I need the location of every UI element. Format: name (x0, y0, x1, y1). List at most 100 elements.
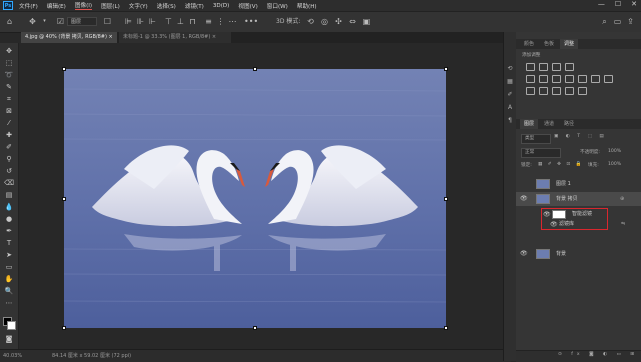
tab-color[interactable]: 颜色 (520, 39, 538, 49)
align-center-icon[interactable]: ⊪ (136, 17, 145, 26)
menu-image[interactable]: 图像(I) (74, 1, 93, 10)
vibrance-icon[interactable] (526, 75, 535, 83)
marquee-tool-icon[interactable]: ⬚ (4, 58, 14, 68)
history-brush-tool-icon[interactable]: ↺ (4, 166, 14, 176)
menu-view[interactable]: 视图(V) (238, 2, 257, 10)
paragraph-panel-icon[interactable]: ¶ (506, 117, 514, 125)
menu-filter[interactable]: 滤镜(T) (185, 2, 204, 10)
type-tool-icon[interactable]: T (4, 238, 14, 248)
tab-layers[interactable]: 图层 (520, 119, 539, 129)
clone-stamp-tool-icon[interactable]: ⚲ (4, 154, 14, 164)
character-panel-icon[interactable]: A (506, 104, 514, 112)
tab-4jpg[interactable]: 4.jpg @ 40% (背景 拷贝, RGB/8#) × (21, 32, 117, 43)
fill-value[interactable]: 100% (608, 162, 621, 167)
transform-handle-top-right[interactable] (444, 67, 448, 71)
more-tools-icon[interactable]: ⋯ (4, 298, 14, 308)
layer-kind-filter[interactable]: 类型 (521, 134, 551, 144)
visibility-eye-icon[interactable]: 👁 (520, 247, 528, 261)
align-bottom-icon[interactable]: ⊓ (188, 17, 197, 26)
transform-handle-bottom-right[interactable] (444, 326, 448, 330)
tab-paths[interactable]: 路径 (560, 119, 578, 129)
transform-handle-top-left[interactable] (62, 67, 66, 71)
3d-roll-icon[interactable]: ◎ (320, 17, 329, 26)
lock-icons[interactable]: ▦ ✐ ✥ ⊡ 🔒 (538, 162, 583, 167)
layer-row-layer1[interactable]: 图层 1 (516, 177, 641, 191)
align-left-icon[interactable]: ⊫ (124, 17, 133, 26)
align-top-icon[interactable]: ⊤ (164, 17, 173, 26)
align-right-icon[interactable]: ⊩ (148, 17, 157, 26)
hue-saturation-icon[interactable] (539, 75, 548, 83)
levels-icon[interactable] (539, 63, 548, 71)
menu-layer[interactable]: 图层(L) (101, 2, 120, 10)
gradient-map-icon[interactable] (565, 87, 574, 95)
color-lookup-icon[interactable] (604, 75, 613, 83)
menu-3d[interactable]: 3D(D) (213, 3, 230, 9)
eyedropper-tool-icon[interactable]: ⁄ (4, 118, 14, 128)
maximize-button[interactable]: ☐ (615, 0, 621, 8)
transform-handle-top[interactable] (253, 67, 257, 71)
transform-handle-right[interactable] (444, 197, 448, 201)
tab-adjustments[interactable]: 调整 (560, 39, 579, 49)
blend-mode-dropdown[interactable]: 正常 (521, 148, 561, 158)
hand-tool-icon[interactable]: ✋ (4, 274, 14, 284)
chevron-down-icon[interactable]: ▾ (40, 17, 49, 26)
selective-color-icon[interactable] (578, 87, 587, 95)
layer-action-icons[interactable]: ⊙ fx ◙ ◐ ▭ ⊞ 🗑 (558, 352, 641, 357)
invert-icon[interactable] (526, 87, 535, 95)
history-panel-icon[interactable]: ⟲ (506, 65, 514, 73)
move-tool-icon[interactable]: ✥ (28, 17, 37, 26)
filter-icons[interactable]: ▣ ◐ T ⬚ ▤ (554, 134, 607, 139)
workspace-icon[interactable]: ▭ (613, 17, 622, 26)
share-icon[interactable]: ⇪ (626, 17, 635, 26)
path-select-tool-icon[interactable]: ➤ (4, 250, 14, 260)
layer-row-filter-gallery[interactable]: 👁 滤镜库 ⇋ (516, 219, 641, 230)
threshold-icon[interactable] (552, 87, 561, 95)
channel-mixer-icon[interactable] (591, 75, 600, 83)
zoom-tool-icon[interactable]: 🔍 (4, 286, 14, 296)
eraser-tool-icon[interactable]: ⌫ (4, 178, 14, 188)
menu-window[interactable]: 窗口(W) (267, 2, 288, 10)
menu-help[interactable]: 帮助(H) (297, 2, 317, 10)
transform-controls-checkbox[interactable]: ☐ (103, 17, 112, 26)
more-options-icon[interactable]: ••• (244, 17, 258, 26)
visibility-eye-icon[interactable]: 👁 (520, 192, 528, 206)
frame-tool-icon[interactable]: ⊠ (4, 106, 14, 116)
swan-photo[interactable] (64, 69, 446, 328)
distribute-horizontal-icon[interactable]: ⋯ (228, 17, 237, 26)
search-icon[interactable]: ⌕ (600, 17, 609, 26)
opacity-value[interactable]: 100% (608, 149, 621, 154)
tab-channels[interactable]: 通道 (540, 119, 558, 129)
distribute-icon[interactable]: ≡ (204, 17, 213, 26)
zoom-level[interactable]: 40.03% (3, 350, 22, 362)
auto-select-dropdown[interactable]: 图层 (67, 17, 97, 26)
layer-row-background-copy[interactable]: 👁 背景 拷贝 ⊕ (516, 192, 641, 206)
background-color-swatch[interactable] (7, 321, 16, 330)
3d-rotate-icon[interactable]: ⟲ (306, 17, 315, 26)
menu-type[interactable]: 文字(Y) (129, 2, 148, 10)
tab-swatches[interactable]: 色板 (540, 39, 558, 49)
3d-slide-icon[interactable]: ⇔ (348, 17, 357, 26)
distribute-vertical-icon[interactable]: ⋮ (216, 17, 225, 26)
curves-icon[interactable] (552, 63, 561, 71)
move-tool-icon[interactable]: ✥ (4, 46, 14, 56)
transform-handle-left[interactable] (62, 197, 66, 201)
lasso-tool-icon[interactable]: ➰ (4, 70, 14, 80)
dodge-tool-icon[interactable]: ● (4, 214, 14, 224)
black-white-icon[interactable] (565, 75, 574, 83)
brush-tool-icon[interactable]: ✐ (4, 142, 14, 152)
blur-tool-icon[interactable]: 💧 (4, 202, 14, 212)
photo-filter-icon[interactable] (578, 75, 587, 83)
tab-untitled-1[interactable]: 未标题-1 @ 33.3% (图层 1, RGB/8#) × (119, 32, 231, 43)
filter-options-icon[interactable]: ⇋ (621, 219, 625, 230)
rectangle-tool-icon[interactable]: ▭ (4, 262, 14, 272)
pen-tool-icon[interactable]: ✒ (4, 226, 14, 236)
home-icon[interactable]: ⌂ (5, 17, 14, 26)
menu-select[interactable]: 选择(S) (157, 2, 176, 10)
menu-edit[interactable]: 编辑(E) (47, 2, 66, 10)
quick-select-tool-icon[interactable]: ✎ (4, 82, 14, 92)
crop-tool-icon[interactable]: ⌗ (4, 94, 14, 104)
color-balance-icon[interactable] (552, 75, 561, 83)
transform-handle-bottom-left[interactable] (62, 326, 66, 330)
brightness-icon[interactable] (526, 63, 535, 71)
layer-row-background[interactable]: 👁 背景 (516, 247, 641, 261)
